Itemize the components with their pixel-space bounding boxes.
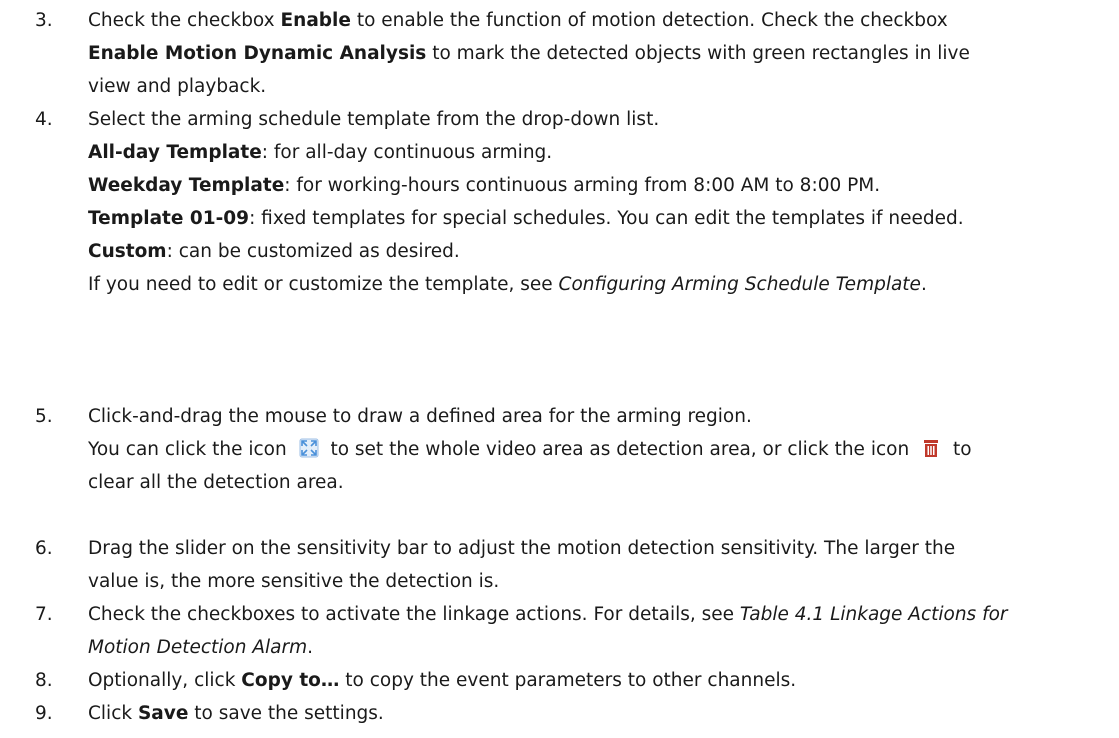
fullscreen-area-icon xyxy=(299,436,319,469)
text-run: Check the checkbox xyxy=(88,10,281,31)
text-run: value is, the more sensitive the detecti… xyxy=(88,571,500,592)
step-line: If you need to edit or customize the tem… xyxy=(88,268,1113,301)
bold-term: Copy to… xyxy=(241,670,340,691)
bold-term: Enable xyxy=(280,10,351,31)
italic-reference: Table 4.1 Linkage Actions for xyxy=(739,604,1008,625)
text-run: to save the settings. xyxy=(188,703,384,724)
italic-reference: Motion Detection Alarm xyxy=(88,637,308,658)
step-body: Check the checkboxes to activate the lin… xyxy=(88,598,1113,664)
step-body: Drag the slider on the sensitivity bar t… xyxy=(88,532,1113,598)
step-line: value is, the more sensitive the detecti… xyxy=(88,565,1113,598)
step-number: 6. xyxy=(35,538,53,559)
step-number: 3. xyxy=(35,10,53,31)
step-line: Click Save to save the settings. xyxy=(88,697,1113,730)
text-run: to copy the event parameters to other ch… xyxy=(339,670,797,691)
step-line: You can click the icon to set the whole … xyxy=(88,433,1113,466)
step-line: Weekday Template: for working-hours cont… xyxy=(88,169,1113,202)
bold-term: Save xyxy=(137,703,189,724)
text-run: Check the checkboxes to activate the lin… xyxy=(88,604,740,625)
step-line: Click-and-drag the mouse to draw a defin… xyxy=(88,400,1113,433)
trash-icon xyxy=(921,436,941,469)
text-run: . xyxy=(307,637,313,658)
step-line: Optionally, click Copy to… to copy the e… xyxy=(88,664,1113,697)
text-run: clear all the detection area. xyxy=(88,472,344,493)
bold-term: Template 01-09 xyxy=(88,208,250,229)
step-number: 5. xyxy=(35,406,53,427)
bold-term: Weekday Template xyxy=(88,175,285,196)
step-line: Enable Motion Dynamic Analysis to mark t… xyxy=(88,37,1113,70)
step-line: Custom: can be customized as desired. xyxy=(88,235,1113,268)
step-body: Check the checkbox Enable to enable the … xyxy=(88,4,1113,103)
step-line: Select the arming schedule template from… xyxy=(88,103,1113,136)
text-run: Click xyxy=(88,703,138,724)
step-line: clear all the detection area. xyxy=(88,466,1113,499)
step-line: Check the checkbox Enable to enable the … xyxy=(88,4,1113,37)
text-run: : fixed templates for special schedules.… xyxy=(249,208,964,229)
step-body: Click Save to save the settings. xyxy=(88,697,1113,730)
bold-term: Custom xyxy=(88,241,167,262)
step-line: Check the checkboxes to activate the lin… xyxy=(88,598,1113,631)
text-run: Optionally, click xyxy=(88,670,242,691)
step-number: 4. xyxy=(35,109,53,130)
step-line: view and playback. xyxy=(88,70,1113,103)
bold-term: Enable Motion Dynamic Analysis xyxy=(88,43,427,64)
text-run: If you need to edit or customize the tem… xyxy=(88,274,559,295)
text-run: view and playback. xyxy=(88,76,267,97)
step-number: 7. xyxy=(35,604,53,625)
step-line: Motion Detection Alarm. xyxy=(88,631,1113,664)
text-run: : for all-day continuous arming. xyxy=(261,142,553,163)
bold-term: All-day Template xyxy=(88,142,262,163)
text-run: . xyxy=(920,274,927,295)
text-run: Drag the slider on the sensitivity bar t… xyxy=(88,538,956,559)
step-body: Select the arming schedule template from… xyxy=(88,103,1113,301)
step-line: Template 01-09: fixed templates for spec… xyxy=(88,202,1113,235)
text-run: Select the arming schedule template from… xyxy=(88,109,660,130)
text-run: You can click the icon xyxy=(88,439,293,460)
document-page: 3. Check the checkbox Enable to enable th… xyxy=(0,0,1119,738)
text-run: to xyxy=(947,439,972,460)
step-line: All-day Template: for all-day continuous… xyxy=(88,136,1113,169)
italic-reference: Configuring Arming Schedule Template xyxy=(558,274,921,295)
text-run: Click-and-drag the mouse to draw a defin… xyxy=(88,406,752,427)
text-run: to enable the function of motion detecti… xyxy=(350,10,948,31)
step-body: Click-and-drag the mouse to draw a defin… xyxy=(88,400,1113,499)
step-body: Optionally, click Copy to… to copy the e… xyxy=(88,664,1113,697)
step-number: 9. xyxy=(35,703,53,724)
text-run: to mark the detected objects with green … xyxy=(426,43,970,64)
text-run: to set the whole video area as detection… xyxy=(324,439,916,460)
text-run: : for working-hours continuous arming fr… xyxy=(284,175,881,196)
step-number: 8. xyxy=(35,670,53,691)
step-line: Drag the slider on the sensitivity bar t… xyxy=(88,532,1113,565)
text-run: : can be customized as desired. xyxy=(166,241,460,262)
